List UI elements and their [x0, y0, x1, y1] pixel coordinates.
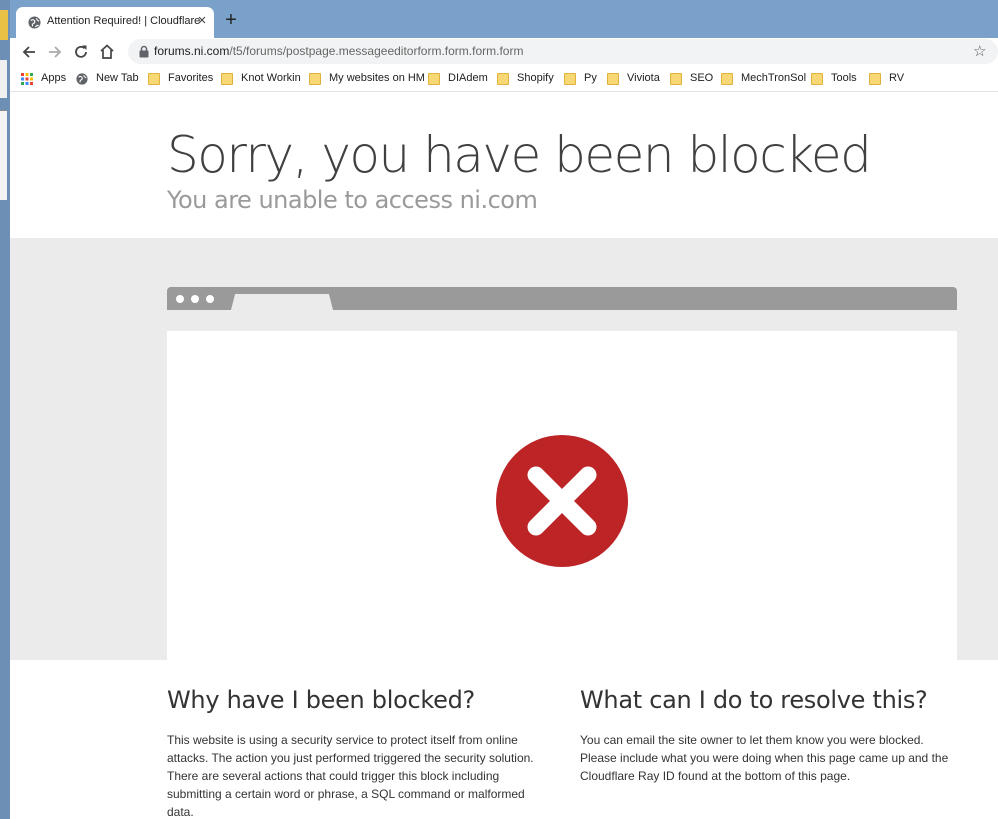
- resolve-text: You can email the site owner to let them…: [580, 733, 949, 783]
- folder-icon: [811, 73, 823, 85]
- bookmark-label: SEO: [690, 72, 714, 84]
- background-window-edge: [0, 110, 7, 200]
- tab-close-icon[interactable]: ×: [194, 13, 210, 29]
- background-window-strip: [0, 0, 10, 819]
- error-x-icon: [496, 435, 628, 567]
- bookmark-label: Shopify: [517, 72, 554, 84]
- new-tab-button[interactable]: +: [222, 10, 240, 30]
- tab-title: Attention Required! | Cloudflare: [47, 15, 201, 27]
- background-window-edge: [0, 60, 7, 98]
- bookmark-label: Favorites: [168, 72, 214, 84]
- illustration-browser-bar: [167, 287, 957, 310]
- why-blocked-section: Why have I been blocked? This website is…: [167, 686, 547, 819]
- lock-icon[interactable]: [138, 45, 150, 58]
- resolve-section: What can I do to resolve this? You can e…: [580, 686, 960, 785]
- folder-icon: [428, 73, 440, 85]
- bookmark-label: RV: [889, 72, 905, 84]
- folder-icon: [148, 73, 160, 85]
- folder-icon: [670, 73, 682, 85]
- folder-icon: [607, 73, 619, 85]
- why-blocked-text: This website is using a security service…: [167, 733, 534, 819]
- block-info-section: Why have I been blocked? This website is…: [10, 660, 998, 819]
- bookmark-label: MechTronSol: [741, 72, 807, 84]
- bookmark-label: Knot Workin: [241, 72, 301, 84]
- browser-toolbar: forums.ni.com/t5/forums/postpage.message…: [10, 38, 998, 66]
- url-host: forums.ni.com: [154, 44, 230, 58]
- folder-icon: [721, 73, 733, 85]
- globe-icon: [76, 73, 88, 85]
- bookmark-label: DIAdem: [448, 72, 488, 84]
- block-page-header: Sorry, you have been blocked You are una…: [10, 93, 998, 238]
- url-text[interactable]: forums.ni.com/t5/forums/postpage.message…: [154, 44, 523, 58]
- browser-tab-active[interactable]: Attention Required! | Cloudflare ×: [16, 7, 214, 38]
- bookmark-star-icon[interactable]: ☆: [973, 42, 986, 60]
- url-path: /t5/forums/postpage.messageeditorform.fo…: [229, 44, 524, 58]
- bookmark-label: Tools: [831, 72, 857, 84]
- bookmark-label: Viviota: [627, 72, 660, 84]
- bookmark-label: New Tab: [96, 72, 139, 84]
- page-subtitle: You are unable to access ni.com: [167, 186, 538, 214]
- folder-icon: [309, 73, 321, 85]
- illustration-dot: [206, 295, 214, 303]
- back-arrow-icon[interactable]: [19, 42, 39, 62]
- bookmark-label: Apps: [41, 72, 67, 84]
- home-icon[interactable]: [97, 42, 117, 62]
- illustration-dot: [176, 295, 184, 303]
- address-bar[interactable]: forums.ni.com/t5/forums/postpage.message…: [128, 39, 998, 64]
- bookmarks-bar: Apps New Tab Favorites Knot Workin My we…: [10, 66, 998, 92]
- folder-icon: [564, 73, 576, 85]
- illustration-dot: [191, 295, 199, 303]
- background-folder-icon: [0, 10, 8, 40]
- globe-icon: [28, 16, 41, 29]
- why-blocked-heading: Why have I been blocked?: [167, 686, 475, 714]
- folder-icon: [497, 73, 509, 85]
- folder-icon: [221, 73, 233, 85]
- illustration-panel: [10, 238, 998, 660]
- illustration-tab: [231, 294, 333, 310]
- folder-icon: [869, 73, 881, 85]
- forward-arrow-icon[interactable]: [45, 42, 65, 62]
- resolve-heading: What can I do to resolve this?: [580, 686, 928, 714]
- reload-icon[interactable]: [71, 42, 91, 62]
- bookmark-label: Py: [584, 72, 597, 84]
- illustration-window: [167, 331, 957, 660]
- apps-grid-icon: [21, 73, 33, 85]
- bookmark-label: My websites on HM: [329, 72, 425, 84]
- page-title: Sorry, you have been blocked: [167, 126, 872, 184]
